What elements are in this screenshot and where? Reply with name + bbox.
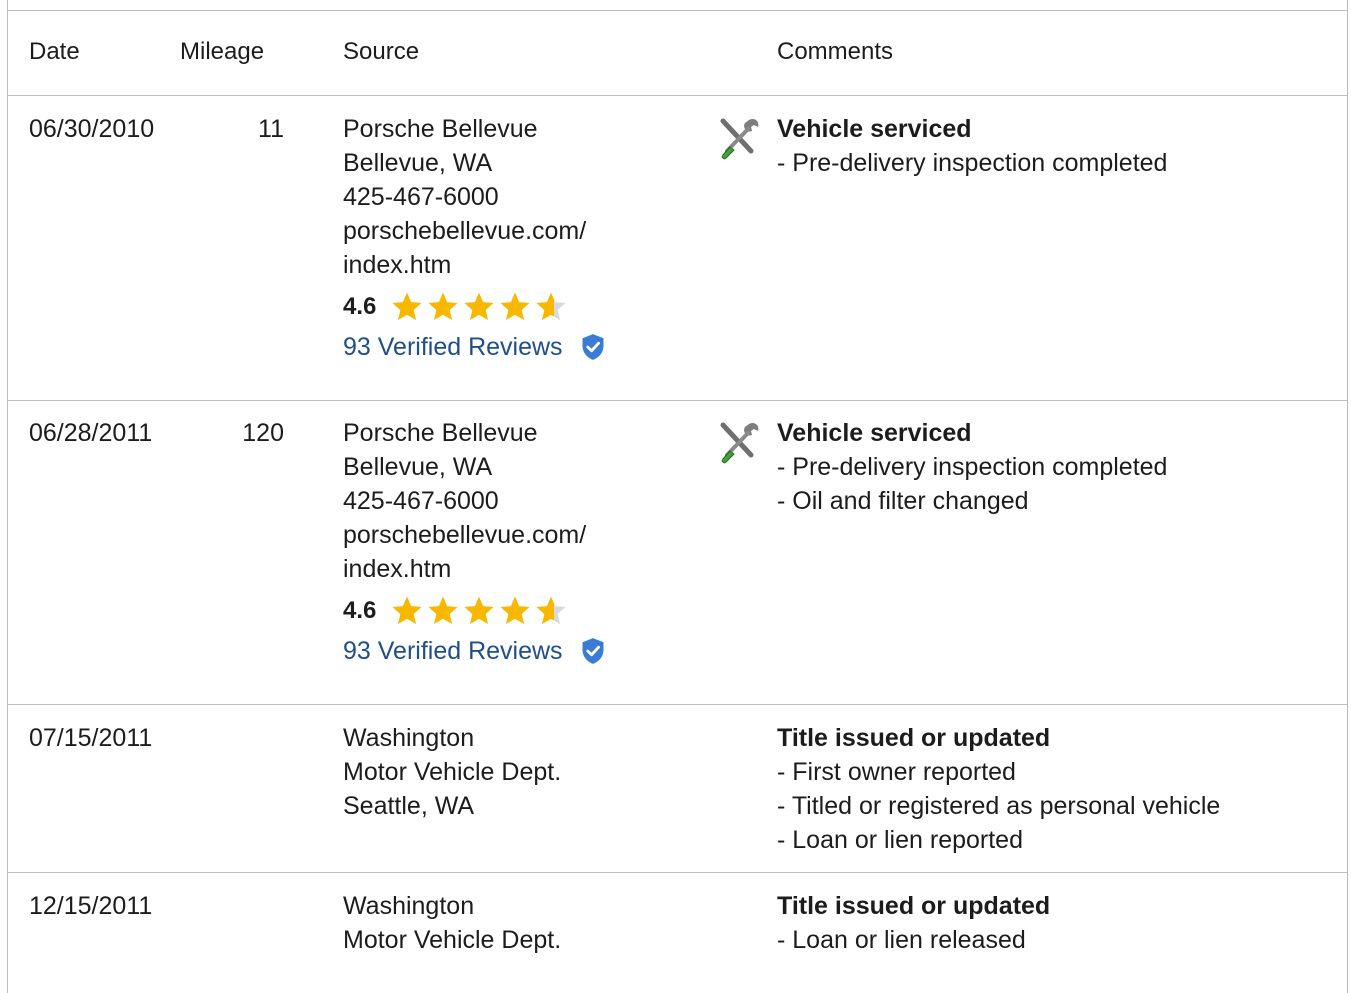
header-date: Date (29, 38, 80, 65)
table-row: 07/15/2011 Washington Motor Vehicle Dept… (8, 705, 1347, 873)
table-row: 12/15/2011 Washington Motor Vehicle Dept… (8, 873, 1347, 993)
event-detail: - Pre-delivery inspection completed (777, 149, 1168, 177)
row-date: 06/28/2011 (29, 419, 153, 447)
verified-reviews-link[interactable]: 93 Verified Reviews (343, 330, 607, 364)
source-location: Seattle, WA (343, 792, 475, 820)
rating-value: 4.6 (343, 597, 377, 624)
source-phone: 425-467-6000 (343, 487, 499, 515)
row-date: 06/30/2010 (29, 115, 155, 143)
row-comments: Title issued or updated - First owner re… (777, 721, 1220, 857)
source-phone: 425-467-6000 (343, 183, 499, 211)
row-source: Porsche Bellevue Bellevue, WA 425-467-60… (343, 112, 607, 364)
source-name: Washington (343, 724, 475, 752)
row-source: Porsche Bellevue Bellevue, WA 425-467-60… (343, 416, 607, 668)
source-name: Porsche Bellevue (343, 419, 538, 447)
source-website-cont: index.htm (343, 555, 452, 583)
row-date: 07/15/2011 (29, 724, 153, 752)
source-website: porschebellevue.com/ (343, 521, 587, 549)
row-mileage: 120 (242, 419, 284, 447)
row-comments: Vehicle serviced - Pre-delivery inspecti… (777, 416, 1167, 518)
star-full-icon (392, 596, 422, 625)
source-name: Porsche Bellevue (343, 115, 538, 143)
source-location: Bellevue, WA (343, 453, 493, 481)
event-detail: - First owner reported (777, 758, 1016, 786)
row-mileage: 11 (258, 115, 284, 143)
event-title: Vehicle serviced (777, 419, 972, 447)
vehicle-history-table: Date Mileage Source Comments 06/30/2010 … (7, 0, 1348, 993)
event-title: Vehicle serviced (777, 115, 972, 143)
verified-shield-icon (582, 638, 604, 664)
star-full-icon (392, 292, 422, 321)
star-full-icon (500, 596, 530, 625)
verified-reviews-link[interactable]: 93 Verified Reviews (343, 634, 607, 668)
source-location: Bellevue, WA (343, 149, 493, 177)
wrench-screwdriver-icon (720, 118, 759, 160)
star-full-icon (464, 596, 494, 625)
event-detail: - Loan or lien reported (777, 826, 1023, 854)
row-source: Washington Motor Vehicle Dept. (343, 889, 561, 957)
row-source: Washington Motor Vehicle Dept. Seattle, … (343, 721, 561, 823)
header-source: Source (343, 38, 420, 65)
star-full-icon (464, 292, 494, 321)
star-rating (390, 290, 568, 324)
rating-value: 4.6 (343, 293, 377, 320)
event-detail: - Titled or registered as personal vehic… (777, 792, 1221, 820)
event-detail: - Pre-delivery inspection completed (777, 453, 1168, 481)
dealer-rating: 4.6 (343, 594, 607, 628)
row-comments: Vehicle serviced - Pre-delivery inspecti… (777, 112, 1167, 180)
star-full-icon (428, 292, 458, 321)
dealer-rating: 4.6 (343, 290, 607, 324)
reviews-label: 93 Verified Reviews (343, 333, 563, 361)
source-department: Motor Vehicle Dept. (343, 926, 562, 954)
service-icon-cell (715, 416, 763, 475)
event-title: Title issued or updated (777, 724, 1051, 752)
wrench-screwdriver-icon (720, 422, 759, 464)
star-full-icon (500, 292, 530, 321)
row-date: 12/15/2011 (29, 892, 153, 920)
source-department: Motor Vehicle Dept. (343, 758, 562, 786)
event-title: Title issued or updated (777, 892, 1051, 920)
star-half-icon (536, 292, 566, 321)
event-detail: - Oil and filter changed (777, 487, 1029, 515)
header-mileage: Mileage (180, 38, 265, 65)
verified-shield-icon (582, 334, 604, 360)
table-header-row: Date Mileage Source Comments (8, 11, 1347, 96)
event-detail: - Loan or lien released (777, 926, 1026, 954)
source-website-cont: index.htm (343, 251, 452, 279)
source-website: porschebellevue.com/ (343, 217, 587, 245)
row-comments: Title issued or updated - Loan or lien r… (777, 889, 1050, 957)
table-row: 06/30/2010 11 Porsche Bellevue Bellevue,… (8, 96, 1347, 401)
source-name: Washington (343, 892, 475, 920)
star-full-icon (428, 596, 458, 625)
reviews-label: 93 Verified Reviews (343, 637, 563, 665)
star-rating (390, 594, 568, 628)
header-comments: Comments (777, 38, 894, 65)
table-row: 06/28/2011 120 Porsche Bellevue Bellevue… (8, 400, 1347, 705)
star-half-icon (536, 596, 566, 625)
service-icon-cell (715, 112, 763, 171)
